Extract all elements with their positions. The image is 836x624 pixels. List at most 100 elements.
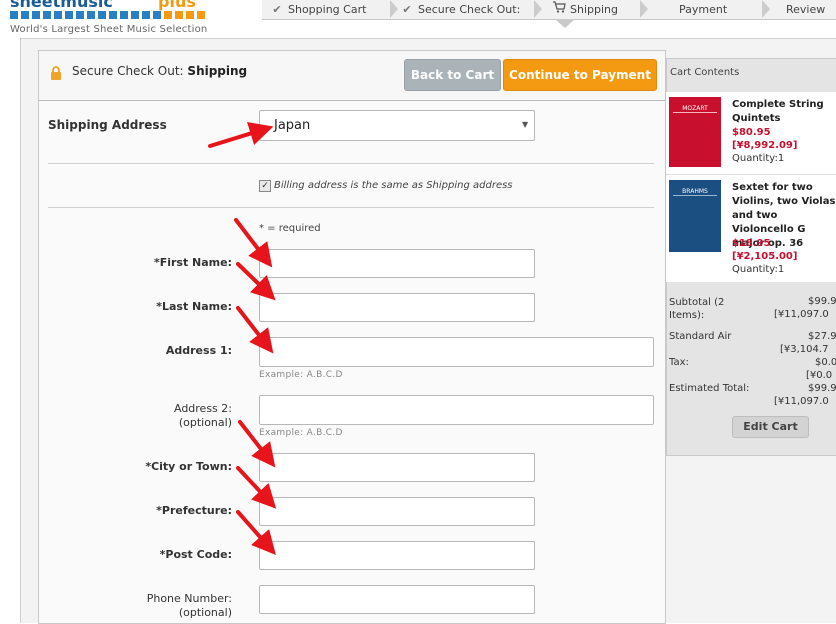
cart-item-price-usd: $80.95 — [732, 127, 771, 138]
book-cover-text: BRAHMS — [673, 188, 717, 196]
logo-square — [186, 11, 194, 19]
total-yen: [¥11,097.0 — [774, 396, 829, 407]
step-secure-checkout[interactable]: ✔ Secure Check Out: — [400, 0, 520, 19]
current-step-pointer — [555, 19, 575, 28]
continue-to-payment-button[interactable]: Continue to Payment — [503, 59, 657, 91]
cart-item-qty: Quantity:1 — [732, 153, 785, 164]
logo-square — [142, 11, 150, 19]
logo-square — [87, 11, 95, 19]
panel-title: Secure Check Out: Shipping — [72, 64, 247, 78]
logo[interactable]: sheetmusic plus — [10, 0, 210, 20]
step-separator — [534, 0, 542, 18]
shipping-address-label: Shipping Address — [48, 118, 167, 132]
logo-wordmark: sheetmusic — [10, 0, 113, 11]
address2-field[interactable] — [259, 395, 654, 425]
shipping-method-label: Standard Air — [669, 331, 732, 342]
cart-item-price-usd: $18.95 — [732, 238, 771, 249]
step-shipping: Shipping — [552, 0, 618, 19]
logo-square — [65, 11, 73, 19]
chevron-down-icon: ▼ — [522, 120, 529, 129]
panel-title-strong: Shipping — [187, 64, 248, 78]
logo-square — [164, 11, 172, 19]
prefecture-label: *Prefecture: — [156, 504, 232, 517]
prefecture-field[interactable] — [259, 497, 535, 526]
logo-square — [109, 11, 117, 19]
logo-square — [76, 11, 84, 19]
total-usd: $99.9 — [808, 383, 836, 394]
book-cover-text: MOZART — [673, 105, 717, 113]
country-select-value: Japan — [274, 118, 311, 133]
subtotal-usd: $99.9 — [808, 296, 836, 307]
step-review: Review — [786, 0, 825, 19]
logo-square — [153, 11, 161, 19]
logo-square — [197, 11, 205, 19]
check-icon: ✔ — [402, 3, 412, 16]
step-label: Shipping — [570, 3, 618, 16]
shipping-yen: [¥3,104.7 — [780, 344, 829, 355]
divider — [48, 163, 654, 164]
last-name-label: *Last Name: — [156, 300, 232, 313]
step-label: Shopping Cart — [288, 3, 367, 16]
postcode-field[interactable] — [259, 541, 535, 570]
panel-title-prefix: Secure Check Out: — [72, 64, 188, 78]
address2-label: Address 2: — [173, 402, 232, 415]
subtotal-label: Subtotal (2 Items): — [669, 297, 725, 321]
tax-usd: $0.0 — [815, 357, 836, 368]
last-name-field[interactable] — [259, 293, 535, 322]
address2-hint: Example: A.B.C.D — [259, 428, 343, 438]
address1-label: Address 1: — [165, 344, 232, 357]
phone-label: Phone Number: — [146, 592, 232, 605]
book-cover-image[interactable]: BRAHMS — [669, 180, 721, 252]
address2-optional: (optional) — [178, 416, 232, 429]
billing-same-label: Billing address is the same as Shipping … — [274, 180, 513, 191]
cart-item-price-yen: [¥8,992.09] — [732, 140, 798, 151]
logo-square — [10, 11, 18, 19]
first-name-field[interactable] — [259, 249, 535, 278]
lock-icon — [50, 65, 62, 80]
logo-square — [54, 11, 62, 19]
postcode-label: *Post Code: — [159, 548, 232, 561]
step-payment: Payment — [679, 0, 727, 19]
address1-hint: Example: A.B.C.D — [259, 370, 343, 380]
step-label: Payment — [679, 3, 728, 16]
required-note: * = required — [259, 223, 321, 234]
check-icon: ✔ — [272, 3, 282, 16]
cart-title: Cart Contents — [670, 67, 740, 78]
logo-wordmark-plus: plus — [158, 0, 196, 11]
phone-field[interactable] — [259, 585, 535, 614]
logo-square — [43, 11, 51, 19]
step-shopping-cart[interactable]: ✔ Shopping Cart — [270, 0, 366, 19]
logo-square — [131, 11, 139, 19]
book-cover-image[interactable]: MOZART — [669, 97, 721, 167]
tax-yen: [¥0.0 — [806, 370, 833, 381]
step-separator — [390, 0, 398, 18]
back-to-cart-button[interactable]: Back to Cart — [404, 59, 501, 91]
step-label: Review — [786, 3, 826, 16]
divider — [48, 207, 654, 208]
cart-item-qty: Quantity:1 — [732, 264, 785, 275]
city-label: *City or Town: — [145, 460, 232, 473]
logo-square — [120, 11, 128, 19]
edit-cart-button[interactable]: Edit Cart — [732, 416, 809, 438]
subtotal-yen: [¥11,097.0 — [774, 309, 829, 320]
cart-item-title[interactable]: Complete String Quintets — [732, 98, 836, 126]
tagline: World's Largest Sheet Music Selection — [10, 24, 208, 35]
total-label: Estimated Total: — [669, 383, 750, 394]
city-field[interactable] — [259, 453, 535, 482]
address1-field[interactable] — [259, 337, 654, 367]
step-separator — [640, 0, 648, 18]
cart-icon — [552, 0, 566, 19]
shipping-usd: $27.9 — [808, 331, 836, 342]
logo-square — [21, 11, 29, 19]
step-label: Secure Check Out: — [418, 3, 521, 16]
first-name-label: *First Name: — [153, 256, 232, 269]
tax-label: Tax: — [669, 357, 689, 368]
step-separator — [762, 0, 770, 18]
cart-item-price-yen: [¥2,105.00] — [732, 251, 798, 262]
logo-square — [98, 11, 106, 19]
logo-square — [175, 11, 183, 19]
checkout-progress: ✔ Shopping Cart ✔ Secure Check Out: Shippi… — [262, 0, 836, 20]
phone-optional: (optional) — [178, 606, 232, 619]
billing-same-checkbox[interactable]: ✓ — [259, 180, 271, 192]
logo-square — [32, 11, 40, 19]
